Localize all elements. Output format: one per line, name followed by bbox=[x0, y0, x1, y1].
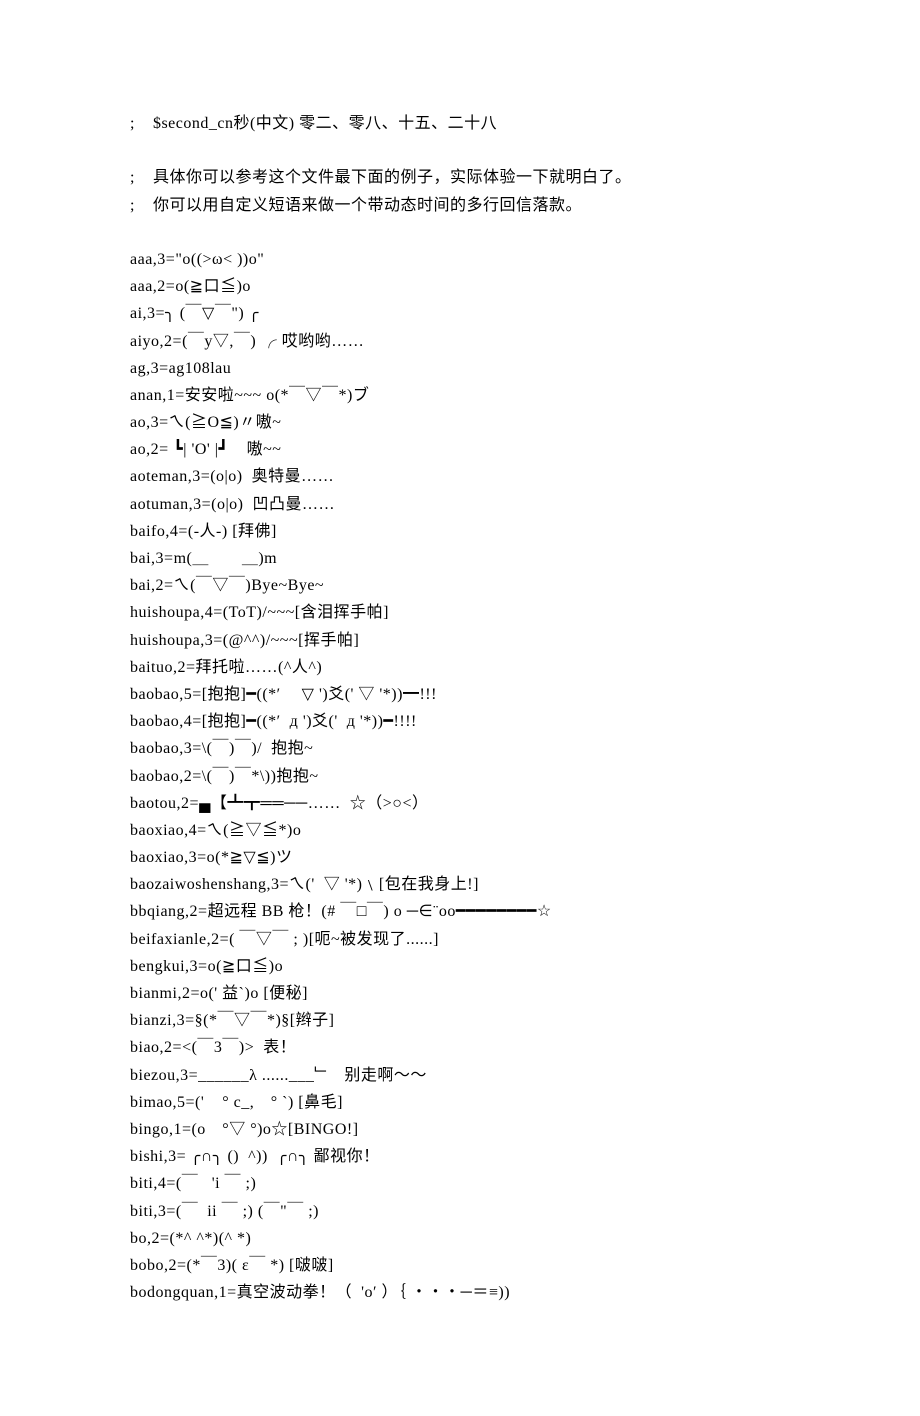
text-line: baoxiao,4=ㄟ(≧▽≦*)o bbox=[130, 817, 790, 844]
blank-line bbox=[130, 137, 790, 164]
text-line: baifo,4=(-人-) [拜佛] bbox=[130, 518, 790, 545]
text-line: baobao,4=[抱抱]━((*′ д ')爻(' д '*))━!!!! bbox=[130, 708, 790, 735]
text-line: baotou,2=▄【┻┳══──…… ☆（>○<） bbox=[130, 790, 790, 817]
text-line: bianmi,2=o(' 益`)o [便秘] bbox=[130, 980, 790, 1007]
text-line: bishi,3= ╭∩╮ () ^)) ╭∩╮ 鄙视你！ bbox=[130, 1143, 790, 1170]
text-line: baozaiwoshenshang,3=ㄟ(' ▽ '*)﹨[包在我身上!] bbox=[130, 871, 790, 898]
text-line: bai,3=m(＿ ＿)m bbox=[130, 545, 790, 572]
text-line: biti,3=(￣ ii ￣ ;) (￣"￣ ;) bbox=[130, 1198, 790, 1225]
text-line: biao,2=<(￣3￣)> 表！ bbox=[130, 1034, 790, 1061]
text-line: bodongquan,1=真空波动拳！（ 'o′ ）｛ ・・・─＝≡)) bbox=[130, 1279, 790, 1306]
text-line: ; 具体你可以参考这个文件最下面的例子，实际体验一下就明白了。 bbox=[130, 164, 790, 191]
text-line: baobao,2=\(￣)￣*\))抱抱~ bbox=[130, 763, 790, 790]
text-line: ; 你可以用自定义短语来做一个带动态时间的多行回信落款。 bbox=[130, 192, 790, 219]
text-line: baobao,3=\(￣)￣)/ 抱抱~ bbox=[130, 735, 790, 762]
text-line: aaa,2=o(≧口≦)o bbox=[130, 273, 790, 300]
text-line: ao,2= ┗| 'O' |┛ 嗷~~ bbox=[130, 436, 790, 463]
text-line: baobao,5=[抱抱]━((*′ ▽ ')爻(' ▽ '*))━!!! bbox=[130, 681, 790, 708]
text-line: bbqiang,2=超远程 BB 枪！(# ￣□￣) o ─∈¨oo━━━━━━… bbox=[130, 898, 790, 925]
text-line: bianzi,3=§(*￣▽￣*)§[辫子] bbox=[130, 1007, 790, 1034]
text-line: huishoupa,3=(@^^)/~~~[挥手帕] bbox=[130, 627, 790, 654]
text-line: bengkui,3=o(≧口≦)o bbox=[130, 953, 790, 980]
text-line: bai,2=ㄟ(￣▽￣)Bye~Bye~ bbox=[130, 572, 790, 599]
text-line: anan,1=安安啦~~~ o(*￣▽￣*)ブ bbox=[130, 382, 790, 409]
blank-line bbox=[130, 219, 790, 246]
text-line: baoxiao,3=o(*≧▽≦)ツ bbox=[130, 844, 790, 871]
text-line: ai,3=╮ (￣▽￣") ╭ bbox=[130, 300, 790, 327]
text-line: bingo,1=(o °▽ °)o☆[BINGO!] bbox=[130, 1116, 790, 1143]
text-line: bobo,2=(*￣3)( ε￣ *) [啵啵] bbox=[130, 1252, 790, 1279]
text-line: baituo,2=拜托啦……(^人^) bbox=[130, 654, 790, 681]
text-line: ; $second_cn秒(中文) 零二、零八、十五、二十八 bbox=[130, 110, 790, 137]
text-line: ag,3=ag108lau bbox=[130, 355, 790, 382]
text-line: aoteman,3=(o|o) 奥特曼…… bbox=[130, 463, 790, 490]
text-line: bo,2=(*^ ^*)(^ *) bbox=[130, 1225, 790, 1252]
text-line: aotuman,3=(o|o) 凹凸曼…… bbox=[130, 491, 790, 518]
text-line: aaa,3="o((>ω< ))o" bbox=[130, 246, 790, 273]
text-line: beifaxianle,2=( ￣▽￣ ; )[呃~被发现了......] bbox=[130, 926, 790, 953]
text-line: biti,4=(￣ 'i ￣ ;) bbox=[130, 1170, 790, 1197]
text-line: aiyo,2=(￣y▽,￣) ╭ 哎哟哟…… bbox=[130, 328, 790, 355]
text-line: bimao,5=(' ° c_, ° `) [鼻毛] bbox=[130, 1089, 790, 1116]
text-line: biezou,3=______λ ......___﹂ 别走啊～～ bbox=[130, 1062, 790, 1089]
text-line: ao,3=ㄟ(≧O≦)〃嗷~ bbox=[130, 409, 790, 436]
text-line: huishoupa,4=(ToT)/~~~[含泪挥手帕] bbox=[130, 599, 790, 626]
